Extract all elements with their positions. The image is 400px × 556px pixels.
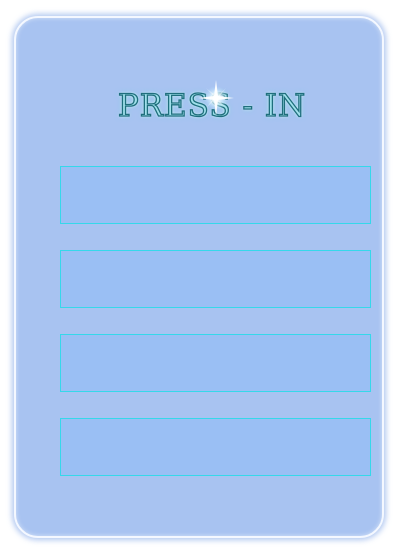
entry-box-3[interactable] (60, 334, 371, 392)
entry-box-4[interactable] (60, 418, 371, 476)
main-panel: PRESS - IN (14, 16, 384, 538)
entry-box-1[interactable] (60, 166, 371, 224)
sparkle-icon (198, 80, 234, 116)
entry-box-2[interactable] (60, 250, 371, 308)
press-in-logo: PRESS - IN (112, 80, 312, 128)
